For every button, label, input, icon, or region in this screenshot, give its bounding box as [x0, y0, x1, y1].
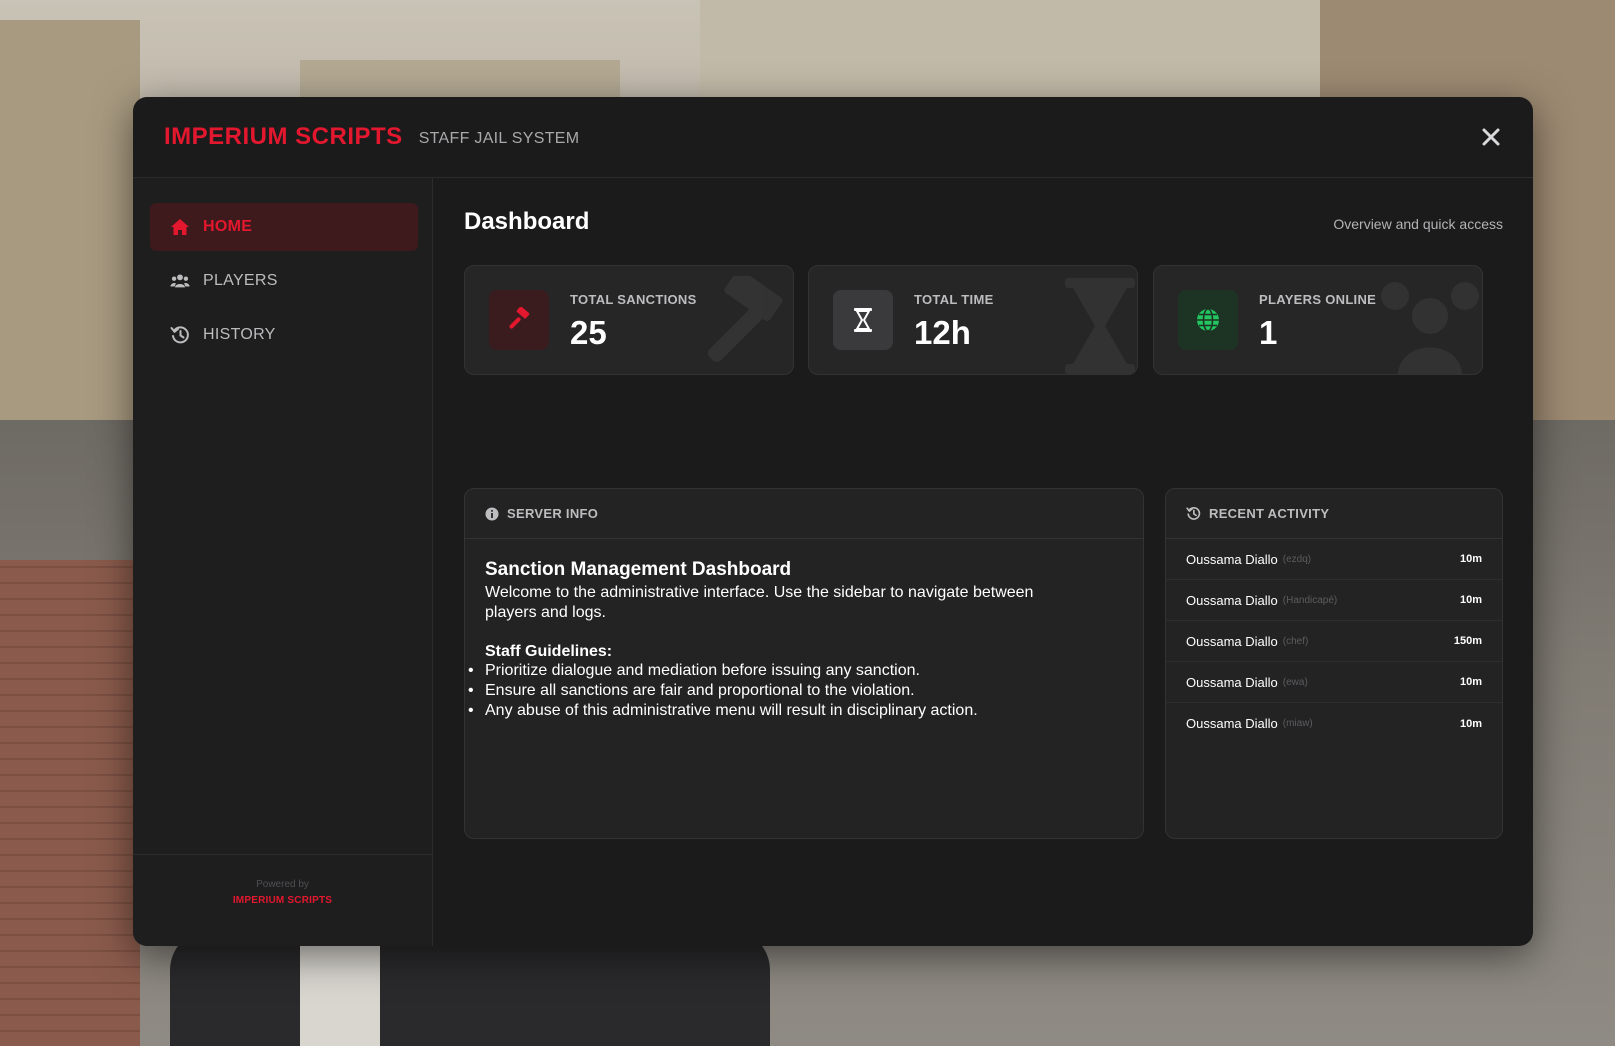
- sidebar-item-label: HOME: [203, 218, 253, 235]
- header: IMPERIUM SCRIPTS STAFF JAIL SYSTEM: [133, 97, 1533, 178]
- globe-icon: [1197, 308, 1219, 332]
- recent-activity-panel: RECENT ACTIVITY Oussama Diallo (ezdq) 10…: [1165, 488, 1503, 839]
- server-info-body: Sanction Management Dashboard Welcome to…: [465, 539, 1143, 741]
- activity-reason: (ewa): [1282, 676, 1308, 688]
- activity-player-name: Oussama Diallo: [1186, 674, 1278, 690]
- hourglass-icon: [1065, 278, 1135, 374]
- sidebar-item-players[interactable]: PLAYERS: [150, 257, 418, 305]
- player-character: [170, 930, 770, 1046]
- gavel-icon: [708, 276, 783, 362]
- activity-reason: (Handicapé): [1282, 594, 1338, 606]
- sidebar-item-history[interactable]: HISTORY: [150, 311, 418, 359]
- guideline-item: Prioritize dialogue and mediation before…: [468, 661, 1123, 681]
- stat-value: 1: [1259, 314, 1278, 351]
- server-info-panel: SERVER INFO Sanction Management Dashboar…: [464, 488, 1144, 839]
- sidebar-footer: Powered by IMPERIUM SCRIPTS: [133, 854, 432, 946]
- app-subtitle: STAFF JAIL SYSTEM: [418, 130, 580, 147]
- stat-label: PLAYERS ONLINE: [1259, 292, 1377, 307]
- info-title: Sanction Management Dashboard: [485, 559, 792, 580]
- panel-heading: RECENT ACTIVITY: [1209, 506, 1330, 521]
- activity-row[interactable]: Oussama Diallo (miaw) 10m: [1166, 703, 1502, 744]
- staff-jail-modal: IMPERIUM SCRIPTS STAFF JAIL SYSTEM HOME: [133, 97, 1533, 946]
- activity-reason: (miaw): [1282, 718, 1313, 729]
- powered-by-brand: IMPERIUM SCRIPTS: [232, 895, 333, 906]
- guidelines-list: Prioritize dialogue and mediation before…: [468, 661, 1123, 721]
- sidebar-item-home[interactable]: HOME: [150, 203, 418, 251]
- activity-player-name: Oussama Diallo: [1186, 551, 1278, 567]
- sidebar: HOME PLAYERS HISTORY Powered by IMPERIUM…: [133, 178, 433, 946]
- activity-list: Oussama Diallo (ezdq) 10m Oussama Diallo…: [1166, 539, 1502, 744]
- brand-title: IMPERIUM SCRIPTS: [164, 123, 403, 150]
- guideline-item: Any abuse of this administrative menu wi…: [468, 701, 1123, 721]
- page-title: Dashboard: [464, 208, 590, 235]
- building: [0, 20, 140, 420]
- stat-label: TOTAL SANCTIONS: [570, 292, 697, 307]
- info-text: Welcome to the administrative interface.…: [485, 584, 1034, 621]
- activity-duration: 10m: [1459, 594, 1482, 606]
- activity-player-name: Oussama Diallo: [1186, 716, 1278, 731]
- activity-duration: 10m: [1459, 553, 1482, 565]
- sidebar-item-label: PLAYERS: [203, 272, 278, 289]
- stat-value: 25: [570, 314, 607, 351]
- stat-icon-box: [833, 290, 893, 350]
- users-icon: [1381, 282, 1479, 374]
- close-icon: [1482, 128, 1500, 146]
- activity-player-name: Oussama Diallo: [1186, 592, 1278, 608]
- activity-row[interactable]: Oussama Diallo (ezdq) 10m: [1166, 539, 1502, 580]
- activity-row[interactable]: Oussama Diallo (Handicapé) 10m: [1166, 580, 1502, 621]
- activity-duration: 150m: [1453, 635, 1482, 647]
- activity-row[interactable]: Oussama Diallo (chef) 150m: [1166, 621, 1502, 662]
- activity-reason: (ezdq): [1282, 553, 1312, 565]
- sidebar-item-label: HISTORY: [203, 326, 276, 343]
- sidewalk: [0, 560, 140, 1046]
- panel-header: RECENT ACTIVITY: [1166, 489, 1502, 539]
- activity-row[interactable]: Oussama Diallo (ewa) 10m: [1166, 662, 1502, 703]
- main-content: Dashboard Overview and quick access TOTA…: [434, 178, 1533, 946]
- stat-label: TOTAL TIME: [914, 292, 994, 307]
- gavel-icon: [509, 307, 530, 329]
- panel-heading: SERVER INFO: [507, 506, 599, 521]
- history-icon: [1186, 506, 1201, 520]
- activity-duration: 10m: [1459, 676, 1482, 688]
- stat-card-total-time: TOTAL TIME 12h: [808, 265, 1138, 375]
- stat-card-total-sanctions: TOTAL SANCTIONS 25: [464, 265, 794, 375]
- page-subtitle: Overview and quick access: [1333, 216, 1503, 232]
- guideline-item: Ensure all sanctions are fair and propor…: [468, 681, 1123, 701]
- stat-icon-box: [1178, 290, 1238, 350]
- stat-card-players-online: PLAYERS ONLINE 1: [1153, 265, 1483, 375]
- activity-duration: 10m: [1459, 717, 1482, 730]
- users-icon: [170, 271, 190, 291]
- building: [700, 0, 1320, 110]
- guidelines-title: Staff Guidelines:: [485, 643, 613, 660]
- history-icon: [170, 325, 190, 345]
- hourglass-icon: [854, 308, 872, 332]
- home-icon: [170, 217, 190, 237]
- activity-reason: (chef): [1282, 635, 1309, 647]
- powered-by-text: Powered by: [256, 879, 309, 890]
- panel-header: SERVER INFO: [465, 489, 1143, 539]
- stat-icon-box: [489, 290, 549, 350]
- close-button[interactable]: [1479, 125, 1503, 149]
- stat-value: 12h: [914, 314, 971, 351]
- info-icon: [485, 507, 499, 520]
- activity-player-name: Oussama Diallo: [1186, 633, 1278, 649]
